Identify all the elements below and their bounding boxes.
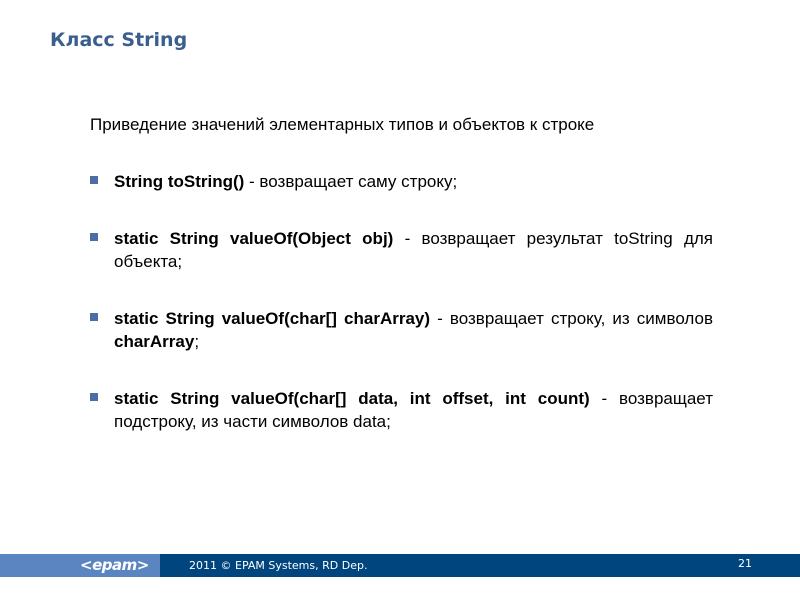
list-item: static String valueOf(Object obj) - возв…: [90, 227, 713, 273]
list-item: static String valueOf(char[] charArray) …: [90, 307, 713, 353]
code-signature: String toString(): [114, 172, 245, 191]
code-param: charArray: [114, 332, 195, 351]
description: - возвращает саму строку;: [244, 172, 458, 191]
list-item: String toString() - возвращает саму стро…: [90, 170, 713, 193]
copyright-text: 2011 © EPAM Systems, RD Dep.: [189, 559, 368, 572]
page-number: 21: [738, 557, 752, 570]
description: - возвращает строку, из символов: [430, 309, 713, 328]
square-bullet-icon: [90, 233, 98, 241]
code-signature: static String valueOf(char[] charArray): [114, 309, 431, 328]
logo-block: <epam>: [0, 554, 160, 577]
code-signature: static String valueOf(Object obj): [114, 229, 394, 248]
intro-text: Приведение значений элементарных типов и…: [90, 115, 595, 134]
footer-bar: <epam> 2011 © EPAM Systems, RD Dep. 21: [0, 554, 800, 577]
slide-title: Класс String: [50, 29, 188, 51]
code-signature: static String valueOf(char[] data, int o…: [114, 389, 590, 408]
list-item: static String valueOf(char[] data, int o…: [90, 387, 713, 433]
epam-logo: <epam>: [80, 556, 149, 574]
description-end: ;: [194, 332, 200, 351]
slide-content: Приведение значений элементарных типов и…: [90, 113, 713, 467]
square-bullet-icon: [90, 176, 98, 184]
square-bullet-icon: [90, 393, 98, 401]
square-bullet-icon: [90, 313, 98, 321]
